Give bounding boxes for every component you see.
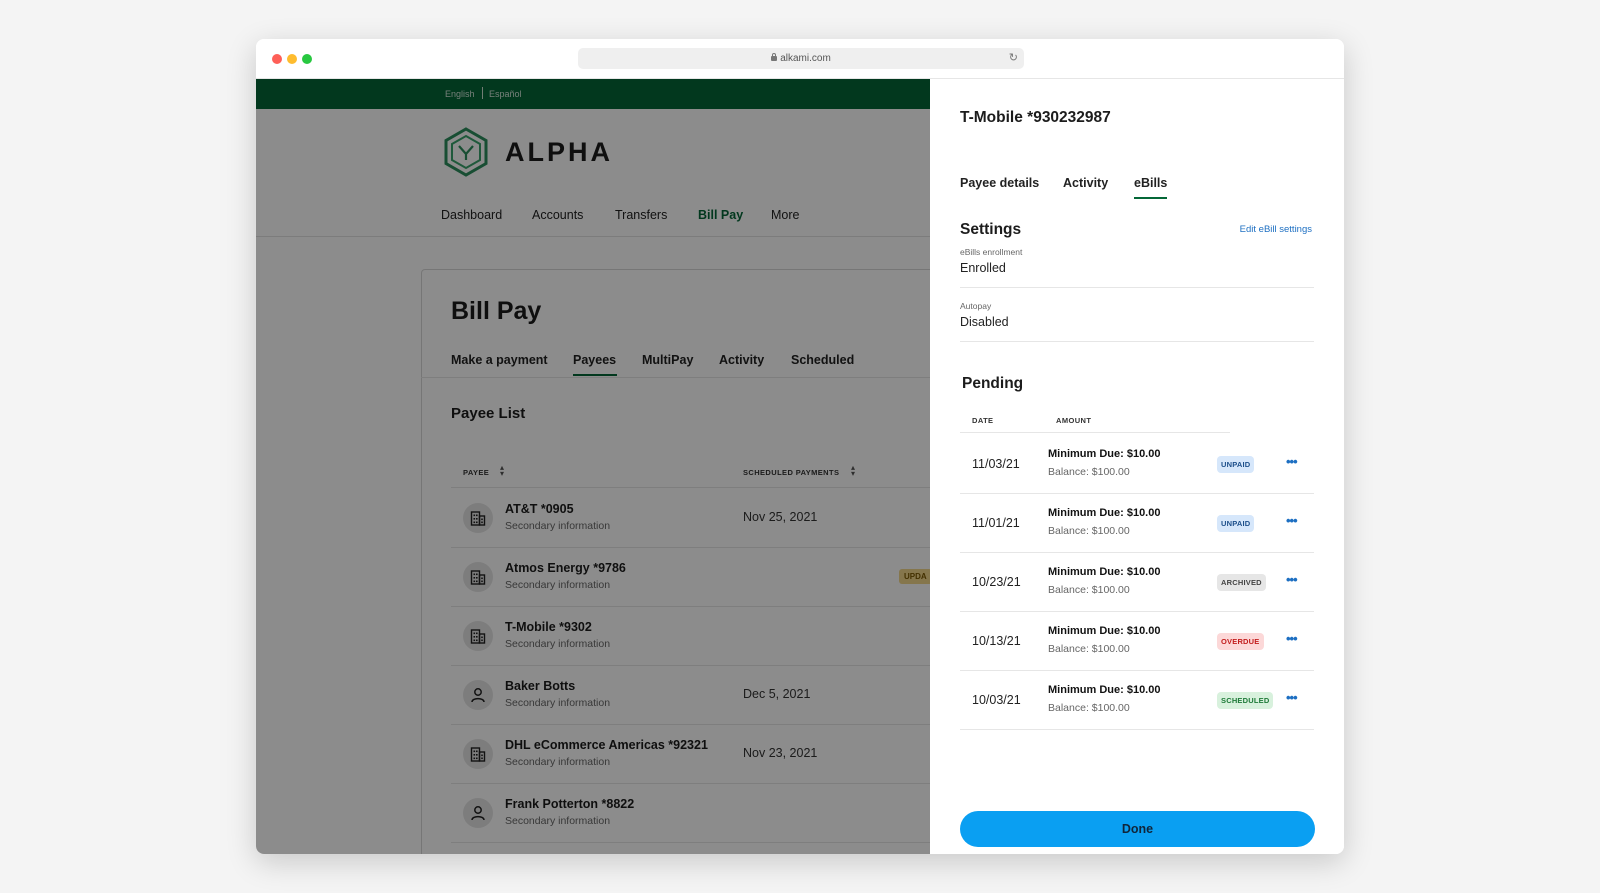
ebill-balance: Balance: $100.00	[1048, 525, 1130, 537]
address-bar[interactable]: alkami.com ↻	[578, 48, 1024, 69]
ebill-row: 10/13/21 Minimum Due: $10.00 Balance: $100…	[960, 611, 1314, 671]
ebill-date: 11/03/21	[972, 457, 1020, 471]
ebill-row: 10/23/21 Minimum Due: $10.00 Balance: $100…	[960, 552, 1314, 612]
more-options-icon[interactable]: •••	[1286, 572, 1298, 587]
more-options-icon[interactable]: •••	[1286, 454, 1298, 469]
pending-heading: Pending	[962, 375, 1024, 392]
ebill-minimum-due: Minimum Due: $10.00	[1048, 507, 1161, 519]
ebill-date: 10/23/21	[972, 575, 1021, 589]
ebill-balance: Balance: $100.00	[1048, 702, 1130, 714]
ebill-minimum-due: Minimum Due: $10.00	[1048, 625, 1161, 637]
tab-payee-details[interactable]: Payee details	[960, 176, 1039, 190]
ebill-date: 11/01/21	[972, 516, 1020, 530]
tab-activity[interactable]: Activity	[1063, 176, 1108, 190]
minimize-window-button[interactable]	[287, 54, 297, 64]
ebill-minimum-due: Minimum Due: $10.00	[1048, 448, 1161, 460]
edit-ebill-settings-link[interactable]: Edit eBill settings	[1240, 224, 1312, 235]
pending-header-divider	[960, 432, 1230, 433]
ebill-date: 10/03/21	[972, 693, 1021, 707]
tab-ebills[interactable]: eBills	[1134, 176, 1167, 190]
ebill-row: 11/03/21 Minimum Due: $10.00 Balance: $100…	[960, 434, 1314, 494]
column-header-amount: AMOUNT	[1056, 416, 1092, 425]
payee-detail-panel: T-Mobile *930232987 Payee details Activi…	[930, 79, 1344, 854]
ebill-balance: Balance: $100.00	[1048, 643, 1130, 655]
column-header-date: DATE	[972, 416, 994, 425]
reload-icon[interactable]: ↻	[1009, 48, 1018, 69]
more-options-icon[interactable]: •••	[1286, 513, 1298, 528]
more-options-icon[interactable]: •••	[1286, 631, 1298, 646]
done-button[interactable]: Done	[960, 811, 1315, 847]
ebill-row: 11/01/21 Minimum Due: $10.00 Balance: $100…	[960, 493, 1314, 553]
ebill-status-badge: UNPAID	[1217, 515, 1255, 532]
ebill-balance: Balance: $100.00	[1048, 466, 1130, 478]
settings-divider	[960, 341, 1314, 342]
ebill-status-badge: SCHEDULED	[1217, 692, 1274, 709]
settings-heading: Settings	[960, 221, 1022, 238]
ebill-status-badge: UNPAID	[1217, 456, 1255, 473]
browser-window: alkami.com ↻ English Español ALPHA Dashb…	[256, 39, 1344, 854]
bank-app: English Español ALPHA Dashboard Accounts…	[256, 79, 930, 854]
ebill-row: 10/03/21 Minimum Due: $10.00 Balance: $100…	[960, 670, 1314, 730]
ebill-minimum-due: Minimum Due: $10.00	[1048, 684, 1161, 696]
browser-toolbar: alkami.com ↻	[256, 39, 1344, 79]
panel-title: T-Mobile *930232987	[960, 109, 1111, 126]
autopay-label: Autopay	[960, 301, 992, 311]
ebill-minimum-due: Minimum Due: $10.00	[1048, 566, 1161, 578]
url-text: alkami.com	[780, 53, 831, 64]
autopay-value: Disabled	[960, 315, 1009, 329]
settings-divider	[960, 287, 1314, 288]
enrollment-label: eBills enrollment	[960, 247, 1023, 257]
ebill-balance: Balance: $100.00	[1048, 584, 1130, 596]
ebill-date: 10/13/21	[972, 634, 1021, 648]
more-options-icon[interactable]: •••	[1286, 690, 1298, 705]
maximize-window-button[interactable]	[302, 54, 312, 64]
tab-active-indicator	[1134, 197, 1167, 199]
ebill-status-badge: ARCHIVED	[1217, 574, 1266, 591]
ebill-status-badge: OVERDUE	[1217, 633, 1264, 650]
lock-icon	[771, 53, 778, 61]
enrollment-value: Enrolled	[960, 261, 1006, 275]
close-window-button[interactable]	[272, 54, 282, 64]
modal-backdrop[interactable]	[256, 79, 930, 854]
